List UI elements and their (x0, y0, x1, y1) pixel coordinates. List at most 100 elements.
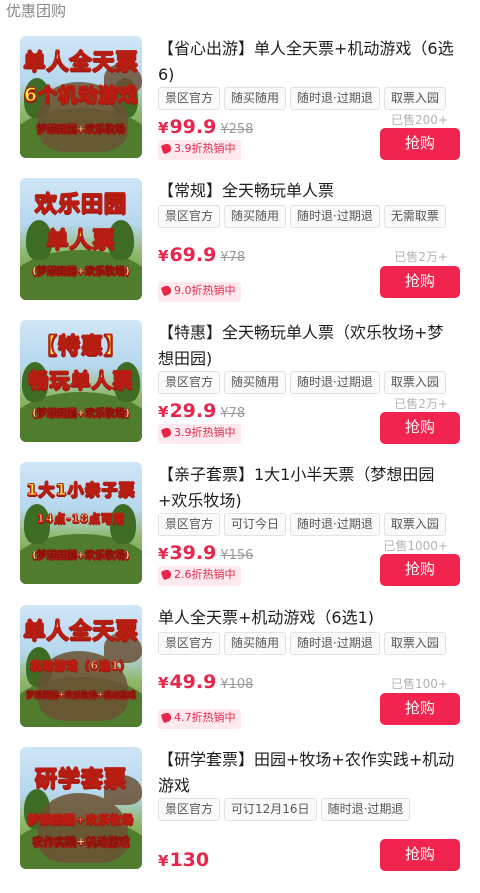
sold-count: 已售100+ (391, 677, 448, 691)
price-value: 99.9 (169, 116, 217, 138)
deal-tag: 景区官方 (158, 205, 221, 228)
buy-button[interactable]: 抢购 (380, 266, 460, 298)
deal-tag: 景区官方 (158, 632, 221, 655)
deal-tag: 取票入园 (383, 87, 446, 110)
deal-thumbnail[interactable]: 【特惠】 畅玩单人票 (梦想田园+欢乐牧场) (20, 320, 142, 442)
price-value: 69.9 (169, 244, 217, 266)
currency-symbol: ¥ (158, 674, 169, 692)
deal-title: 【省心出游】单人全天票+机动游戏（6选6) (158, 39, 454, 84)
thumbnail-text: 欢乐田园 (34, 192, 127, 218)
sold-count: 已售2万+ (394, 250, 448, 264)
hot-sale-label: 2.6折热销中 (174, 568, 236, 581)
tag-icon (160, 711, 173, 724)
sold-count: 已售2万+ (394, 397, 448, 411)
deal-tag: 随时退·过期退 (290, 513, 380, 536)
thumbnail-text: 14点-18点可用 (36, 512, 126, 526)
original-price: ¥108 (220, 677, 254, 692)
tag-icon (160, 568, 173, 581)
hot-sale-badge: 9.0折热销中 (158, 282, 241, 302)
section-title: 优惠团购 (6, 2, 67, 20)
deal-price: ¥49.9 (158, 671, 216, 693)
hot-sale-badge: 3.9折热销中 (158, 140, 241, 160)
thumbnail-text: 梦想田园+欢乐牧场 (27, 813, 135, 827)
thumbnail-text: 6个机动游戏 (23, 84, 139, 107)
deal-tag: 随买随用 (224, 87, 287, 110)
deal-thumbnail[interactable]: 单人全天票 6个机动游戏 梦想田园+欢乐牧场 (20, 36, 142, 158)
hot-sale-label: 3.9折热销中 (174, 426, 236, 439)
deal-tag: 景区官方 (158, 798, 221, 821)
deal-tag: 随时退·过期退 (290, 87, 380, 110)
thumbnail-text: 机动游戏（6选1） (30, 659, 132, 673)
price-value: 29.9 (169, 400, 217, 422)
deal-tag: 随买随用 (224, 371, 287, 394)
currency-symbol: ¥ (158, 247, 169, 265)
hot-sale-badge: 3.9折热销中 (158, 424, 241, 444)
original-price: ¥78 (220, 406, 246, 421)
hot-sale-label: 4.7折热销中 (174, 711, 236, 724)
hot-sale-label: 3.9折热销中 (174, 142, 236, 155)
deal-tag: 随买随用 (224, 205, 287, 228)
deal-tag: 随买随用 (224, 632, 287, 655)
deal-title: 单人全天票+机动游戏（6选1) (158, 608, 375, 627)
sold-count: 已售1000+ (383, 539, 448, 553)
deal-title: 【亲子套票】1大1小半天票（梦想田园+欢乐牧场) (158, 465, 435, 510)
price-value: 39.9 (169, 542, 217, 564)
thumbnail-text: 梦想田园+欢乐牧场+机动游戏 (26, 690, 136, 699)
thumbnail-text: 研学套票 (34, 767, 127, 793)
original-price: ¥156 (220, 548, 254, 563)
buy-button[interactable]: 抢购 (380, 128, 460, 160)
price-value: 49.9 (169, 671, 217, 693)
deal-price: ¥69.9 (158, 244, 216, 266)
deal-tag: 景区官方 (158, 371, 221, 394)
thumbnail-text: 梦想田园+欢乐牧场 (36, 124, 126, 135)
thumbnail-text: (梦想田园+欢乐牧场) (32, 550, 130, 561)
deal-thumbnail[interactable]: 1大1小亲子票 14点-18点可用 (梦想田园+欢乐牧场) (20, 462, 142, 584)
deal-tag: 景区官方 (158, 87, 221, 110)
deal-tag: 可订今日 (224, 513, 287, 536)
buy-button[interactable]: 抢购 (380, 693, 460, 725)
tag-icon (160, 284, 173, 297)
deal-tag: 取票入园 (383, 371, 446, 394)
original-price: ¥78 (220, 250, 246, 265)
deal-price: ¥29.9 (158, 400, 216, 422)
thumbnail-text: 1大1小亲子票 (26, 480, 136, 500)
buy-button[interactable]: 抢购 (380, 412, 460, 444)
deal-tag: 景区官方 (158, 513, 221, 536)
currency-symbol: ¥ (158, 119, 169, 137)
thumbnail-text: (梦想田园+欢乐牧场) (32, 408, 130, 419)
hot-sale-label: 9.0折热销中 (174, 284, 236, 297)
tag-icon (160, 142, 173, 155)
original-price: ¥258 (220, 122, 254, 137)
thumbnail-text: 农作实践+机动游戏 (32, 835, 130, 848)
deal-tag: 随时退·过期退 (290, 632, 380, 655)
thumbnail-text: 单人票 (46, 228, 116, 254)
deal-tag: 取票入园 (383, 632, 446, 655)
deal-thumbnail[interactable]: 单人全天票 机动游戏（6选1） 梦想田园+欢乐牧场+机动游戏 (20, 605, 142, 727)
thumbnail-text: 单人全天票 (23, 619, 139, 645)
deal-thumbnail[interactable]: 研学套票 梦想田园+欢乐牧场 农作实践+机动游戏 (20, 747, 142, 869)
deal-tag: 取票入园 (383, 513, 446, 536)
deal-tag: 可订12月16日 (224, 798, 317, 821)
deal-price: ¥130 (158, 849, 209, 871)
buy-button[interactable]: 抢购 (380, 839, 460, 871)
price-value: 130 (169, 849, 210, 871)
hot-sale-badge: 2.6折热销中 (158, 566, 241, 586)
deal-thumbnail[interactable]: 欢乐田园 单人票 (梦想田园+欢乐牧场) (20, 178, 142, 300)
tag-icon (160, 426, 173, 439)
thumbnail-text: (梦想田园+欢乐牧场) (32, 266, 130, 277)
deal-tag: 随时退·过期退 (320, 798, 411, 821)
currency-symbol: ¥ (158, 403, 169, 421)
hot-sale-badge: 4.7折热销中 (158, 709, 241, 729)
deal-tag: 随时退·过期退 (290, 371, 380, 394)
thumbnail-text: 单人全天票 (23, 50, 139, 76)
thumbnail-text: 【特惠】 (34, 334, 127, 360)
buy-button[interactable]: 抢购 (380, 554, 460, 586)
deal-price: ¥99.9 (158, 116, 216, 138)
currency-symbol: ¥ (158, 545, 169, 563)
thumbnail-text: 畅玩单人票 (28, 368, 134, 393)
deal-tag: 无需取票 (383, 205, 446, 228)
deal-title: 【常规】全天畅玩单人票 (158, 181, 335, 200)
sold-count: 已售200+ (391, 113, 448, 127)
deal-title: 【特惠】全天畅玩单人票（欢乐牧场+梦想田园) (158, 323, 444, 368)
deal-price: ¥39.9 (158, 542, 216, 564)
